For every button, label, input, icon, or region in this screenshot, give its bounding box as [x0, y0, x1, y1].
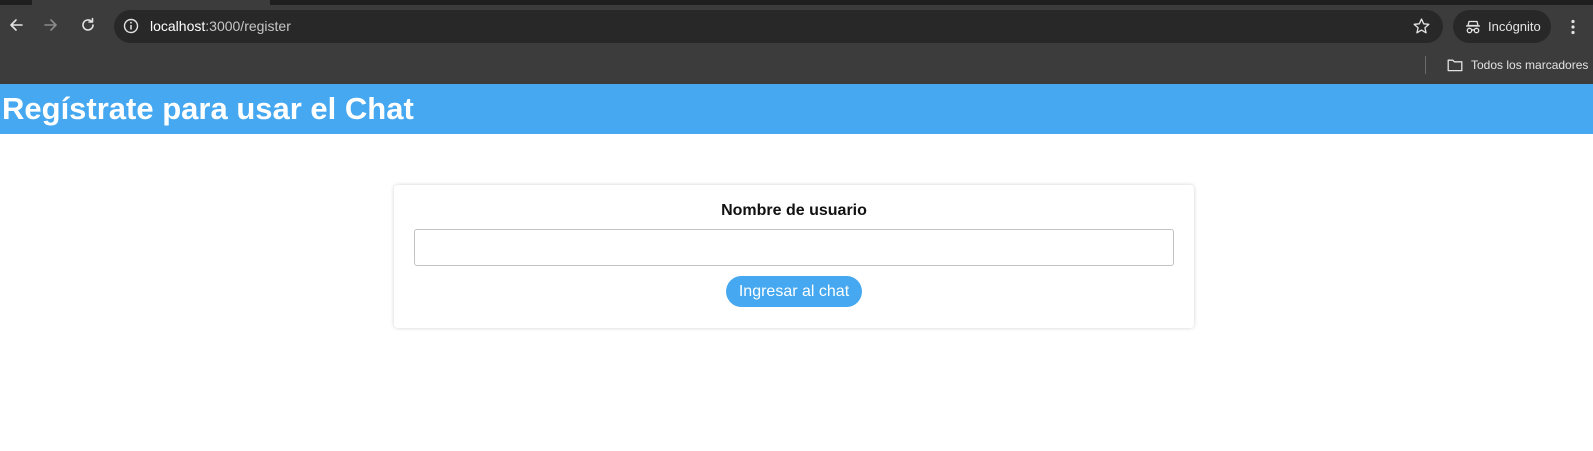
- arrow-right-icon: [44, 19, 57, 31]
- all-bookmarks-label: Todos los marcadores: [1471, 58, 1589, 72]
- username-label: Nombre de usuario: [721, 202, 867, 219]
- url-host: localhost: [150, 18, 206, 34]
- folder-icon: [1447, 59, 1463, 72]
- register-form: Nombre de usuario Ingresar al chat: [394, 185, 1194, 328]
- forward-button[interactable]: [37, 11, 65, 39]
- kebab-menu-icon: [1571, 19, 1575, 35]
- bookmarks-bar: Todos los marcadores: [0, 48, 1593, 84]
- back-button[interactable]: [2, 11, 30, 39]
- url-text[interactable]: localhost:3000/register: [150, 10, 291, 43]
- username-input[interactable]: [414, 229, 1174, 266]
- reload-icon: [82, 17, 94, 31]
- arrow-left-icon: [10, 19, 23, 31]
- info-icon[interactable]: [122, 17, 140, 35]
- bookmarks-divider: [1425, 56, 1426, 74]
- url-path: :3000/register: [205, 18, 291, 34]
- browser-chrome: localhost:3000/register Incógnito Todos …: [0, 0, 1593, 84]
- enter-chat-button[interactable]: Ingresar al chat: [726, 276, 862, 307]
- incognito-chip[interactable]: Incógnito: [1453, 10, 1551, 43]
- page-title: Regístrate para usar el Chat: [2, 91, 414, 126]
- browser-menu-button[interactable]: [1561, 15, 1585, 39]
- address-bar[interactable]: localhost:3000/register: [114, 10, 1443, 43]
- incognito-icon: [1466, 20, 1480, 33]
- all-bookmarks-button[interactable]: Todos los marcadores: [1441, 52, 1593, 78]
- incognito-label: Incógnito: [1488, 19, 1541, 34]
- navigation-toolbar: localhost:3000/register Incógnito: [0, 5, 1593, 48]
- page-header: Regístrate para usar el Chat: [0, 84, 1593, 134]
- star-icon[interactable]: [1412, 17, 1431, 36]
- reload-button[interactable]: [74, 11, 102, 39]
